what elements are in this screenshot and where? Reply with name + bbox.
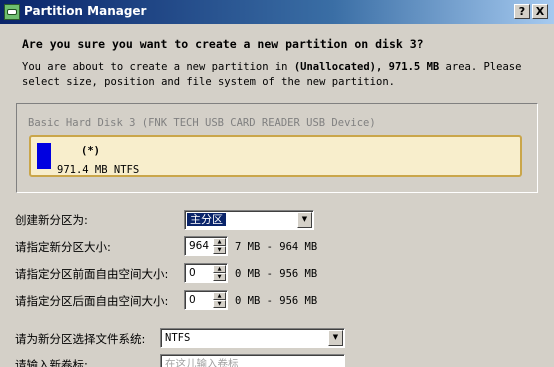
space-after-label: 请指定分区后面自由空间大小: [15, 294, 169, 308]
volume-label-placeholder: 在这儿输入卷标 [165, 358, 239, 367]
space-before-label: 请指定分区前面自由空间大小: [15, 267, 169, 281]
volume-label-label: 请输入新卷标: [15, 358, 88, 367]
description-prefix: You are about to create a new partition … [22, 61, 294, 73]
spin-up-icon[interactable]: ▲ [213, 265, 226, 273]
window-title: Partition Manager [24, 4, 147, 18]
chevron-down-icon[interactable]: ▼ [297, 212, 312, 228]
partition-type-label: 创建新分区为: [15, 213, 88, 227]
help-button[interactable]: ? [514, 4, 530, 19]
spin-down-icon[interactable]: ▼ [213, 273, 226, 281]
size-range: 7 MB - 964 MB [235, 241, 318, 253]
space-before-spin-buttons[interactable]: ▲ ▼ [213, 265, 226, 281]
spin-down-icon[interactable]: ▼ [213, 246, 226, 254]
description-line-1: You are about to create a new partition … [22, 61, 521, 73]
confirmation-question: Are you sure you want to create a new pa… [22, 37, 424, 51]
size-value: 964 [189, 240, 210, 252]
space-after-spin-buttons[interactable]: ▲ ▼ [213, 292, 226, 308]
space-before-value: 0 [189, 267, 196, 279]
size-spin-buttons[interactable]: ▲ ▼ [213, 238, 226, 254]
partition-color-block [37, 143, 51, 169]
size-spinner[interactable]: 964 ▲ ▼ [184, 236, 228, 256]
filesystem-value: NTFS [165, 332, 191, 344]
spin-up-icon[interactable]: ▲ [213, 238, 226, 246]
close-button[interactable]: X [532, 4, 548, 19]
spin-down-icon[interactable]: ▼ [213, 300, 226, 308]
title-bar: Partition Manager ? X [0, 0, 554, 24]
space-after-spinner[interactable]: 0 ▲ ▼ [184, 290, 228, 310]
description-line-2: select size, position and file system of… [22, 76, 395, 88]
volume-label-input[interactable]: 在这儿输入卷标 [160, 354, 345, 367]
disk-label: Basic Hard Disk 3 (FNK TECH USB CARD REA… [28, 117, 376, 129]
partition-info: 971.4 MB NTFS [57, 164, 140, 176]
partition-type-select[interactable]: 主分区 ▼ [184, 210, 314, 230]
partition-mark: (*) [81, 145, 100, 157]
space-after-range: 0 MB - 956 MB [235, 295, 318, 307]
app-disk-icon [4, 4, 20, 20]
description-suffix: area. Please [439, 61, 522, 73]
filesystem-label: 请为新分区选择文件系统: [15, 332, 146, 346]
space-before-range: 0 MB - 956 MB [235, 268, 318, 280]
filesystem-select[interactable]: NTFS ▼ [160, 328, 345, 348]
unallocated-area-size: (Unallocated), 971.5 MB [293, 61, 440, 73]
chevron-down-icon[interactable]: ▼ [328, 330, 343, 346]
space-before-spinner[interactable]: 0 ▲ ▼ [184, 263, 228, 283]
space-after-value: 0 [189, 294, 196, 306]
spin-up-icon[interactable]: ▲ [213, 292, 226, 300]
partition-type-value: 主分区 [187, 213, 226, 226]
size-label: 请指定新分区大小: [15, 240, 111, 254]
